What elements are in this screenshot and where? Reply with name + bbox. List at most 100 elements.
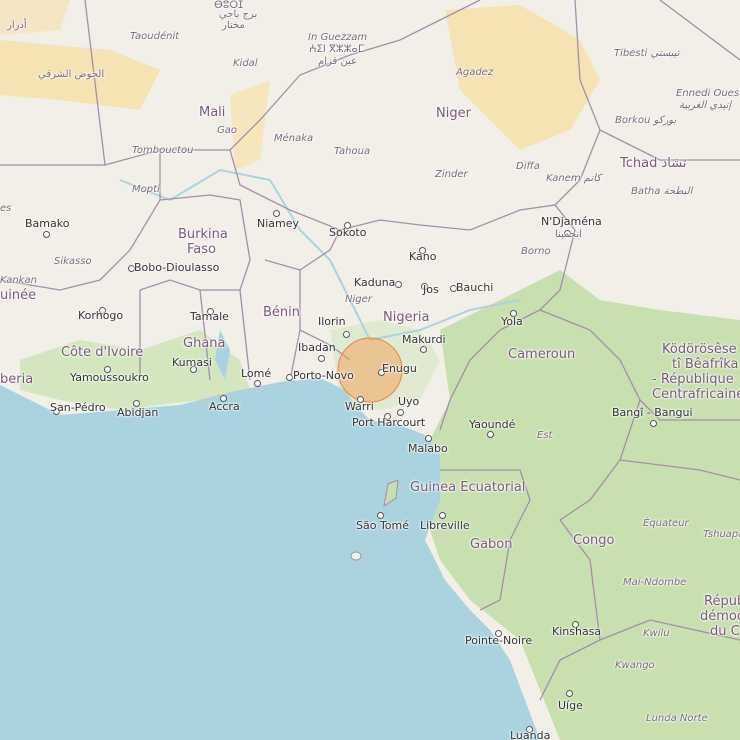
label-car-1: Ködörösêse bbox=[662, 342, 737, 357]
city-dot bbox=[377, 512, 384, 519]
label-uige: Uíge bbox=[558, 699, 583, 712]
city-dot bbox=[439, 512, 446, 519]
label-porto-novo: Porto-Novo bbox=[293, 369, 354, 382]
label-tshuapa: Tshuapa bbox=[703, 529, 740, 540]
label-kinshasa: Kinshasa bbox=[552, 625, 602, 638]
label-liberia: beria bbox=[0, 372, 34, 387]
label-kano: Kano bbox=[409, 250, 437, 263]
label-batha: Batha البطحة bbox=[631, 186, 693, 197]
city-dot bbox=[273, 210, 280, 217]
label-kankan: Kankan bbox=[0, 275, 37, 286]
label-niger: Niger bbox=[436, 106, 471, 121]
label-bamako: Bamako bbox=[25, 217, 70, 230]
label-niger-river: Niger bbox=[345, 294, 372, 305]
city-dot bbox=[425, 435, 432, 442]
label-cotedivoire: Côte d'Ivoire bbox=[61, 345, 144, 360]
label-kanem: Kanem كانم bbox=[546, 173, 601, 184]
label-tombouctou: Tombouctou bbox=[132, 145, 194, 156]
city-dot bbox=[420, 346, 427, 353]
label-agadez: Agadez bbox=[456, 67, 494, 78]
label-nigeria: Nigeria bbox=[383, 310, 430, 325]
label-burkina: Burkina bbox=[178, 227, 228, 242]
label-sao-tome: São Tomé bbox=[356, 519, 410, 532]
label-port-harcourt: Port Harcourt bbox=[352, 416, 426, 429]
label-mopti: Mopti bbox=[132, 184, 160, 195]
label-guinee: uinée bbox=[0, 288, 37, 303]
label-warri: Warri bbox=[345, 400, 374, 413]
label-ghana: Ghana bbox=[183, 336, 226, 351]
label-car-4: Centrafricaine bbox=[652, 387, 740, 402]
label-inguezzam-3: عين قزام bbox=[318, 56, 358, 67]
label-inguezzam-1: In Guezzam bbox=[308, 32, 368, 43]
city-dot bbox=[397, 409, 404, 416]
label-diffa: Diffa bbox=[516, 161, 540, 172]
label-abidjan: Abidjan bbox=[117, 406, 159, 419]
label-guinea-ecuatorial: Guinea Ecuatorial bbox=[410, 480, 526, 495]
label-taoudenit: Taoudénit bbox=[130, 31, 180, 42]
label-lundanorte: Lunda Norte bbox=[646, 713, 708, 724]
label-gabon: Gabon bbox=[470, 537, 513, 552]
label-cameroun: Cameroun bbox=[508, 347, 576, 362]
label-pointe-noire: Pointe-Noire bbox=[465, 634, 533, 647]
city-dot bbox=[395, 281, 402, 288]
label-congo: Congo bbox=[573, 533, 615, 548]
label-bobo-dioulasso: Bobo-Dioulasso bbox=[134, 261, 220, 274]
label-yola: Yola bbox=[501, 315, 523, 328]
label-car-3: - République bbox=[652, 372, 734, 387]
label-faso: Faso bbox=[187, 242, 216, 257]
label-jos: Jos bbox=[423, 283, 439, 296]
city-dot bbox=[254, 380, 261, 387]
label-benin: Bénin bbox=[263, 305, 301, 320]
label-hodh: الحوض الشرقي bbox=[38, 69, 105, 80]
label-lome: Lomé bbox=[241, 367, 272, 380]
label-tahoua: Tahoua bbox=[334, 146, 371, 157]
city-dot bbox=[318, 355, 325, 362]
label-drc-2: démocra bbox=[700, 609, 740, 624]
label-uyo: Uyo bbox=[398, 395, 420, 408]
label-maindombe: Mai-Ndombe bbox=[623, 577, 687, 588]
map-view[interactable]: Mali Niger Tchad تشاد Burkina Faso Bénin… bbox=[0, 0, 740, 740]
label-kaduna: Kaduna bbox=[354, 276, 396, 289]
label-car-2: tî Bêafrîka bbox=[672, 357, 739, 372]
label-zinder: Zinder bbox=[435, 169, 468, 180]
map-base bbox=[0, 0, 740, 740]
label-borno: Borno bbox=[521, 246, 551, 257]
label-tamale: Tamale bbox=[190, 310, 229, 323]
label-libreville: Libreville bbox=[420, 519, 470, 532]
label-drc-1: Républ bbox=[704, 594, 740, 609]
label-borkou: Borkou بوركو bbox=[615, 115, 677, 126]
label-makurdi: Makurdi bbox=[402, 333, 446, 346]
label-yamoussoukro: Yamoussoukro bbox=[70, 371, 149, 384]
label-san-pedro: San-Pédro bbox=[50, 401, 106, 414]
label-malabo: Malabo bbox=[408, 442, 448, 455]
label-est: Est bbox=[537, 430, 553, 441]
label-es: es bbox=[0, 203, 12, 214]
label-accra: Accra bbox=[209, 400, 240, 413]
label-ndjamena-2: انجمينا bbox=[555, 229, 582, 240]
label-niamey: Niamey bbox=[257, 217, 300, 230]
island-principe bbox=[350, 551, 362, 561]
city-dot bbox=[43, 231, 50, 238]
label-ilorin: Ilorin bbox=[318, 315, 346, 328]
label-equateur: Équateur bbox=[643, 518, 689, 529]
label-bangui: Bangî - Bangui bbox=[612, 406, 693, 419]
city-dot bbox=[566, 690, 573, 697]
city-dot bbox=[650, 420, 657, 427]
label-kwilu: Kwilu bbox=[643, 628, 670, 639]
label-adrar: أدرار bbox=[7, 20, 27, 31]
label-kidal: Kidal bbox=[233, 58, 258, 69]
label-drc-3: du Co bbox=[710, 624, 740, 639]
label-enugu: Enugu bbox=[382, 362, 417, 375]
label-mali: Mali bbox=[199, 105, 226, 120]
label-kumasi: Kumasi bbox=[172, 356, 212, 369]
label-luanda: Luanda bbox=[510, 729, 551, 740]
label-bauchi: Bauchi bbox=[456, 281, 494, 294]
label-tchad: Tchad تشاد bbox=[620, 156, 687, 171]
city-dot bbox=[343, 331, 350, 338]
city-dot bbox=[286, 374, 293, 381]
label-gao: Gao bbox=[217, 125, 237, 136]
label-ndjamena-1: N'Djaména bbox=[541, 215, 602, 228]
label-yaounde: Yaoundé bbox=[469, 418, 516, 431]
label-kwango: Kwango bbox=[615, 660, 655, 671]
label-inguezzam-2: ⵄⵉⵏ ⴳⵣⵣⴰⵎ bbox=[309, 44, 365, 55]
